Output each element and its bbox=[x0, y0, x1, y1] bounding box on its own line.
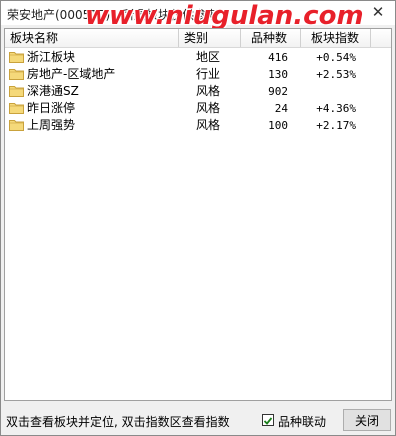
hint-text: 双击查看板块并定位, 双击指数区查看指数 bbox=[6, 415, 230, 429]
column-header-count[interactable]: 品种数 bbox=[241, 29, 301, 47]
column-header-name[interactable]: 板块名称 bbox=[5, 29, 179, 47]
sector-category: 行业 bbox=[196, 67, 221, 81]
folder-icon bbox=[9, 86, 24, 97]
sector-name: 房地产-区域地产 bbox=[27, 67, 116, 81]
table-row[interactable]: 深港通SZ 风格 902 bbox=[5, 83, 391, 100]
table-row[interactable]: 浙江板块 地区 416 +0.54% bbox=[5, 49, 391, 66]
sector-index: +2.17% bbox=[316, 119, 356, 132]
title-bar[interactable]: 荣安地产(000517) - 所属板块仅供参考 www.niugulan.com… bbox=[1, 1, 395, 31]
sector-count: 130 bbox=[268, 68, 288, 81]
column-header-category[interactable]: 类别 bbox=[179, 29, 241, 47]
sector-name: 深港通SZ bbox=[27, 84, 79, 98]
sector-count: 100 bbox=[268, 119, 288, 132]
sector-index: +2.53% bbox=[316, 68, 356, 81]
sector-index: +4.36% bbox=[316, 102, 356, 115]
table-row[interactable]: 上周强势 风格 100 +2.17% bbox=[5, 117, 391, 134]
folder-icon bbox=[9, 69, 24, 80]
status-bar: 双击查看板块并定位, 双击指数区查看指数 品种联动 关闭 bbox=[1, 405, 395, 435]
check-icon bbox=[263, 417, 273, 425]
link-checkbox-label[interactable]: 品种联动 bbox=[278, 413, 326, 430]
sector-name: 浙江板块 bbox=[27, 50, 76, 64]
folder-icon bbox=[9, 120, 24, 131]
folder-icon bbox=[9, 52, 24, 63]
sector-category: 风格 bbox=[196, 101, 221, 115]
table-row[interactable]: 昨日涨停 风格 24 +4.36% bbox=[5, 100, 391, 117]
sector-index: +0.54% bbox=[316, 51, 356, 64]
close-icon[interactable]: ✕ bbox=[369, 3, 387, 21]
list-header: 板块名称 类别 品种数 板块指数 bbox=[5, 29, 391, 48]
folder-icon bbox=[9, 103, 24, 114]
sector-count: 416 bbox=[268, 51, 288, 64]
close-button[interactable]: 关闭 bbox=[343, 409, 391, 431]
sector-category: 风格 bbox=[196, 118, 221, 132]
sector-index bbox=[301, 83, 356, 100]
sector-category: 地区 bbox=[196, 50, 221, 64]
watermark: www.niugulan.com bbox=[85, 1, 364, 31]
sector-category: 风格 bbox=[196, 84, 221, 98]
sector-name: 昨日涨停 bbox=[27, 101, 76, 115]
sector-window: 荣安地产(000517) - 所属板块仅供参考 www.niugulan.com… bbox=[0, 0, 396, 436]
table-row[interactable]: 房地产-区域地产 行业 130 +2.53% bbox=[5, 66, 391, 83]
column-header-index[interactable]: 板块指数 bbox=[301, 29, 371, 47]
link-checkbox[interactable] bbox=[262, 414, 274, 426]
sector-name: 上周强势 bbox=[27, 118, 76, 132]
sector-count: 24 bbox=[274, 102, 288, 115]
sector-count: 902 bbox=[268, 85, 288, 98]
sector-list[interactable]: 板块名称 类别 品种数 板块指数 浙江板块 地区 416 +0.54% 房地产-区域地产… bbox=[4, 28, 392, 401]
